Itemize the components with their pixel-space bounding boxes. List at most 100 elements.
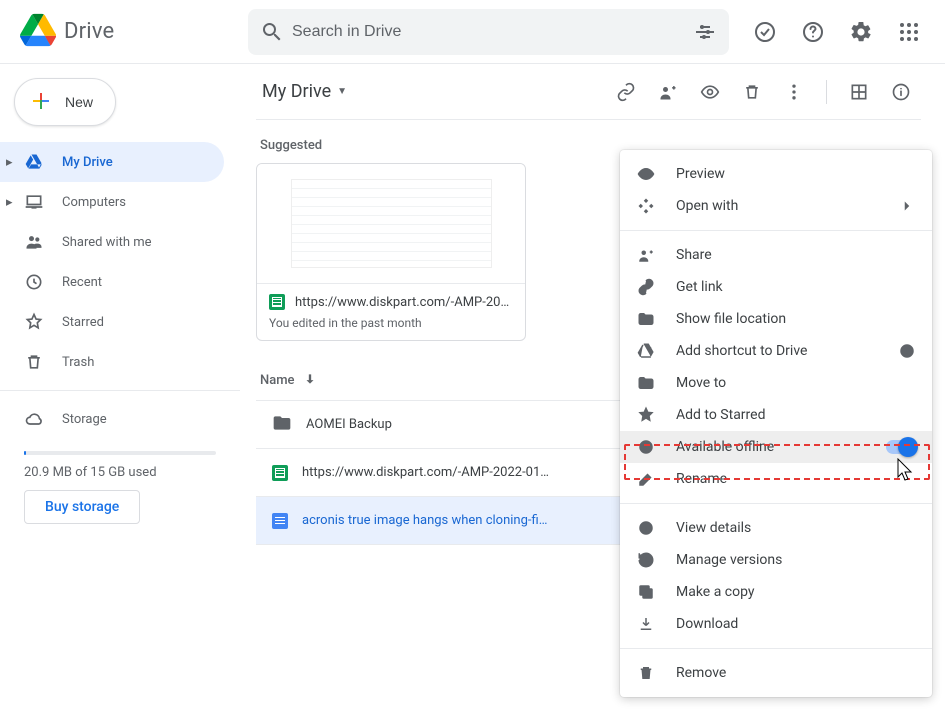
suggested-card[interactable]: https://www.diskpart.com/-AMP-20… You ed… <box>256 163 526 341</box>
trash-icon <box>24 352 44 372</box>
sidebar-item-recent[interactable]: Recent <box>0 262 224 302</box>
search-input[interactable] <box>284 23 693 41</box>
menu-item-move-to[interactable]: Move to <box>620 367 932 399</box>
menu-item-show-file-location[interactable]: Show file location <box>620 303 932 335</box>
computers-icon <box>24 192 44 212</box>
sidebar-item-computers[interactable]: ▸ Computers <box>0 182 224 222</box>
offline-check-icon <box>636 438 656 456</box>
sidebar-item-trash[interactable]: Trash <box>0 342 224 382</box>
person-add-icon <box>636 246 656 264</box>
offline-toggle[interactable] <box>886 440 916 454</box>
menu-item-available-offline[interactable]: Available offline <box>620 431 932 463</box>
apps-grid-icon[interactable] <box>889 12 929 52</box>
menu-item-make-a-copy[interactable]: Make a copy <box>620 576 932 608</box>
star-outline-icon <box>636 406 656 424</box>
menu-item-label: Add to Starred <box>676 407 765 423</box>
menu-item-rename[interactable]: Rename <box>620 463 932 495</box>
menu-item-label: Available offline <box>676 439 774 455</box>
plus-icon <box>29 89 53 116</box>
recent-icon <box>24 272 44 292</box>
sidebar-item-label: Trash <box>62 355 94 370</box>
menu-item-label: Show file location <box>676 311 786 327</box>
sidebar-item-storage[interactable]: Storage <box>0 399 224 439</box>
caret-right-icon[interactable]: ▸ <box>6 195 13 210</box>
sidebar-item-label: My Drive <box>62 155 113 170</box>
more-options-button[interactable] <box>774 72 814 112</box>
menu-item-open-with[interactable]: Open with <box>620 190 932 222</box>
menu-item-view-details[interactable]: View details <box>620 512 932 544</box>
sheets-file-icon <box>272 465 288 481</box>
get-link-button[interactable] <box>606 72 646 112</box>
copy-icon <box>636 583 656 601</box>
layout-toggle-button[interactable] <box>839 72 879 112</box>
menu-item-label: Rename <box>676 471 727 487</box>
location-label: My Drive <box>262 81 331 102</box>
info-icon <box>636 519 656 537</box>
sidebar-item-label: Storage <box>62 412 107 427</box>
details-info-button[interactable] <box>881 72 921 112</box>
trash-button[interactable] <box>732 72 772 112</box>
sidebar-item-label: Recent <box>62 275 102 290</box>
folder-outline-icon <box>636 310 656 328</box>
menu-item-label: Open with <box>676 198 738 214</box>
menu-item-preview[interactable]: Preview <box>620 158 932 190</box>
cloud-icon <box>24 409 44 429</box>
content-toolbar: My Drive ▼ <box>256 64 921 120</box>
share-button[interactable] <box>648 72 688 112</box>
search-bar[interactable] <box>248 9 729 55</box>
trash-outline-icon <box>636 664 656 682</box>
open-with-icon <box>636 197 656 215</box>
caret-down-icon: ▼ <box>337 86 347 97</box>
caret-right-icon[interactable]: ▸ <box>6 155 13 170</box>
link-icon <box>636 278 656 296</box>
menu-item-label: Make a copy <box>676 584 755 600</box>
shared-icon <box>24 232 44 252</box>
menu-item-remove[interactable]: Remove <box>620 657 932 689</box>
versions-icon <box>636 551 656 569</box>
location-dropdown[interactable]: My Drive ▼ <box>256 77 353 106</box>
drive-icon <box>24 152 44 172</box>
offline-ready-icon[interactable] <box>745 12 785 52</box>
context-menu: Preview Open with Share Get link Show fi… <box>620 150 932 697</box>
suggested-card-subtitle: You edited in the past month <box>269 316 513 330</box>
menu-item-label: View details <box>676 520 751 536</box>
eye-icon <box>636 165 656 183</box>
search-options-icon[interactable] <box>693 20 717 44</box>
sidebar-item-starred[interactable]: Starred <box>0 302 224 342</box>
new-button[interactable]: New <box>14 78 116 126</box>
suggested-card-title: https://www.diskpart.com/-AMP-20… <box>295 295 509 310</box>
menu-item-label: Preview <box>676 166 725 182</box>
file-name: acronis true image hangs when cloning-fi… <box>302 513 547 528</box>
menu-item-label: Manage versions <box>676 552 782 568</box>
move-to-icon <box>636 374 656 392</box>
sidebar-item-my-drive[interactable]: ▸ My Drive <box>0 142 224 182</box>
menu-item-add-shortcut[interactable]: Add shortcut to Drive <box>620 335 932 367</box>
new-button-label: New <box>65 94 93 110</box>
menu-item-add-to-starred[interactable]: Add to Starred <box>620 399 932 431</box>
shortcut-icon <box>636 342 656 360</box>
menu-item-download[interactable]: Download <box>620 608 932 640</box>
sidebar-item-shared[interactable]: Shared with me <box>0 222 224 262</box>
drive-logo-icon <box>20 12 56 52</box>
download-icon <box>636 615 656 633</box>
menu-item-label: Remove <box>676 665 726 681</box>
search-icon[interactable] <box>260 20 284 44</box>
app-logo[interactable]: Drive <box>8 12 248 52</box>
storage-indicator: 20.9 MB of 15 GB used Buy storage <box>0 451 240 524</box>
menu-item-manage-versions[interactable]: Manage versions <box>620 544 932 576</box>
menu-item-share[interactable]: Share <box>620 239 932 271</box>
app-header: Drive <box>0 0 945 64</box>
sidebar-item-label: Computers <box>62 195 126 210</box>
menu-item-get-link[interactable]: Get link <box>620 271 932 303</box>
preview-button[interactable] <box>690 72 730 112</box>
file-name: AOMEI Backup <box>306 417 392 432</box>
sheets-file-icon <box>269 294 285 310</box>
settings-icon[interactable] <box>841 12 881 52</box>
star-icon <box>24 312 44 332</box>
buy-storage-button[interactable]: Buy storage <box>24 490 140 524</box>
help-small-icon[interactable] <box>898 342 916 360</box>
help-icon[interactable] <box>793 12 833 52</box>
menu-item-label: Share <box>676 247 712 263</box>
file-name: https://www.diskpart.com/-AMP-2022-01… <box>302 465 549 480</box>
storage-bar <box>24 451 216 455</box>
